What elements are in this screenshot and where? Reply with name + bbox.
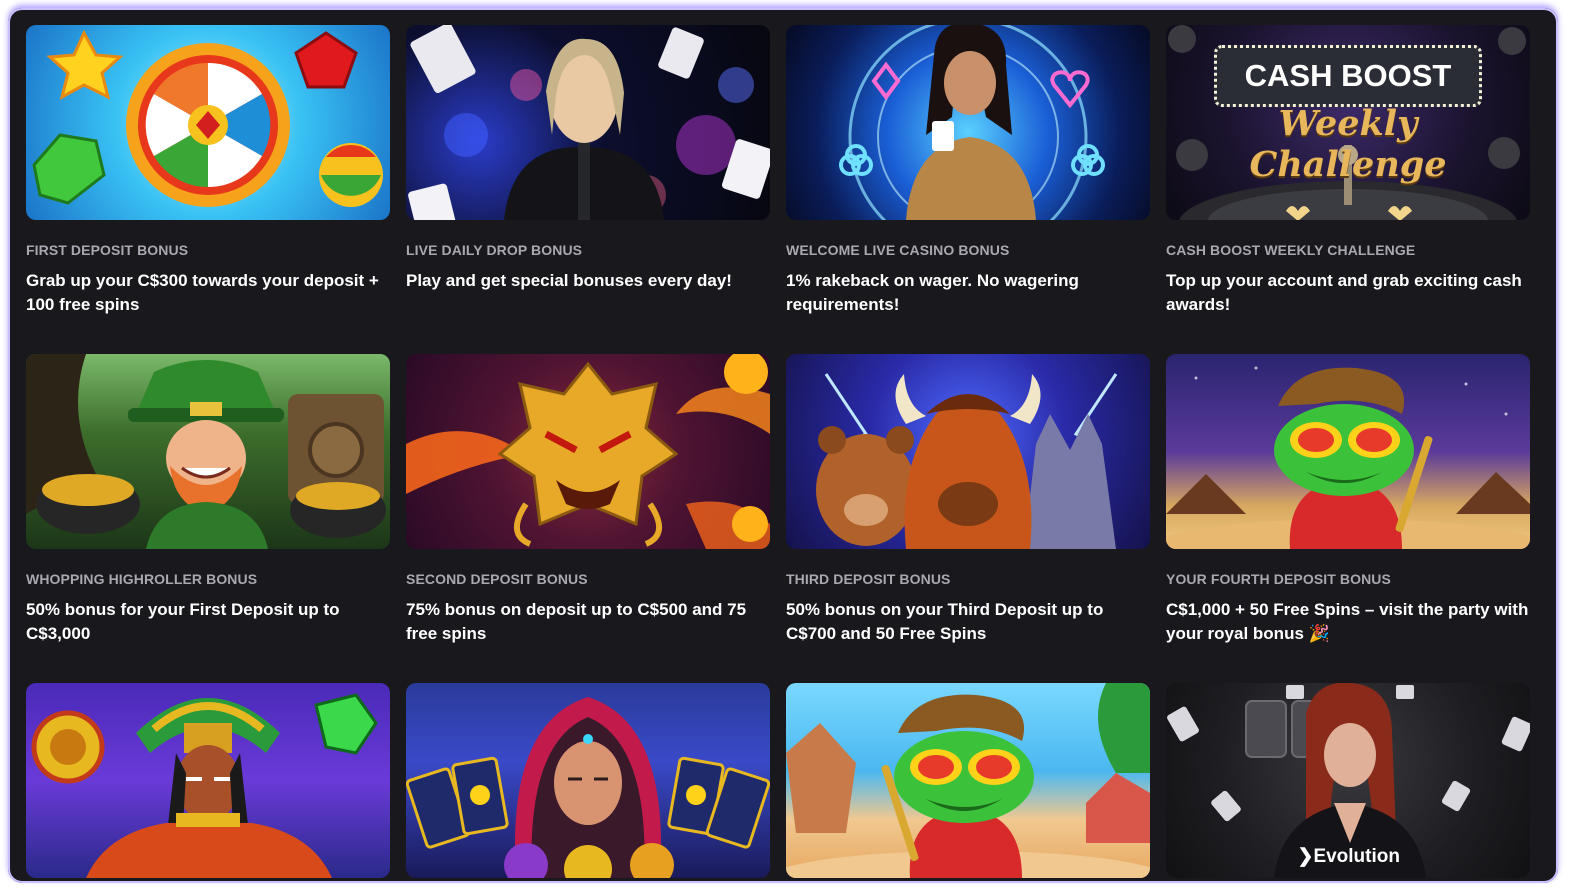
golden-dragon-art (406, 354, 770, 549)
frog-party-image[interactable] (1166, 354, 1530, 549)
promo-description: 75% bonus on deposit up to C$500 and 75 … (406, 600, 747, 643)
buffalo-wolf-bear-art (816, 373, 1118, 549)
promo-title: YOUR FOURTH DEPOSIT BONUS (1166, 571, 1391, 587)
live-dealer-image[interactable] (406, 25, 770, 220)
aztec-warrior-image[interactable] (26, 683, 390, 878)
promo-card-fourth-deposit[interactable]: YOUR FOURTH DEPOSIT BONUS C$1,000 + 50 F… (1166, 354, 1530, 646)
evolution-logo: ❯Evolution (1298, 845, 1400, 868)
promotions-panel: FIRST DEPOSIT BONUS Grab up your C$300 t… (8, 8, 1558, 883)
promo-card-evolution[interactable]: ❯Evolution (1166, 683, 1530, 878)
evolution-logo-text: Evolution (1313, 846, 1400, 867)
live-casino-image[interactable] (786, 25, 1150, 220)
promo-card-cash-boost[interactable]: CASH BOOST Weekly Challenge CASH BOOST W… (1166, 25, 1530, 317)
evolution-dealer-image[interactable]: ❯Evolution (1166, 683, 1530, 878)
promo-description: Grab up your C$300 towards your deposit … (26, 271, 379, 314)
promo-title: SECOND DEPOSIT BONUS (406, 571, 588, 587)
cash-boost-image[interactable]: CASH BOOST Weekly Challenge (1166, 25, 1530, 220)
gems-slot-image[interactable] (26, 25, 390, 220)
golden-dragon-image[interactable] (406, 354, 770, 549)
cash-boost-subtitle: Weekly Challenge (1249, 103, 1447, 185)
promo-description: 50% bonus for your First Deposit up to C… (26, 600, 340, 643)
aztec-warrior-art (31, 693, 378, 878)
promo-card-aztec[interactable] (26, 683, 390, 878)
promo-description: 50% bonus on your Third Deposit up to C$… (786, 600, 1104, 643)
live-casino-art (839, 25, 1105, 220)
promo-title: CASH BOOST WEEKLY CHALLENGE (1166, 242, 1416, 258)
frog-beach-art (786, 683, 1150, 878)
cash-boost-banner: CASH BOOST (1214, 45, 1482, 107)
frog-party-art (1166, 366, 1530, 549)
promo-title: WELCOME LIVE CASINO BONUS (786, 242, 1010, 258)
leprechaun-art (26, 354, 386, 549)
promo-card-third-deposit[interactable]: THIRD DEPOSIT BONUS 50% bonus on your Th… (786, 354, 1150, 646)
promo-card-welcome-live-casino[interactable]: WELCOME LIVE CASINO BONUS 1% rakeback on… (786, 25, 1150, 317)
promo-card-live-daily-drop[interactable]: LIVE DAILY DROP BONUS Play and get speci… (406, 25, 770, 293)
live-dealer-art (408, 25, 770, 220)
promo-card-fortune-teller[interactable] (406, 683, 770, 878)
fortune-teller-art (406, 697, 770, 878)
promo-title: WHOPPING HIGHROLLER BONUS (26, 571, 258, 587)
leprechaun-image[interactable] (26, 354, 390, 549)
promo-card-second-deposit[interactable]: SECOND DEPOSIT BONUS 75% bonus on deposi… (406, 354, 770, 646)
frog-beach-image[interactable] (786, 683, 1150, 878)
promo-card-frog-beach[interactable] (786, 683, 1150, 878)
evolution-logo-mark: ❯ (1297, 846, 1314, 867)
promo-card-highroller[interactable]: WHOPPING HIGHROLLER BONUS 50% bonus for … (26, 354, 390, 646)
gems-slot-art (32, 29, 383, 207)
promo-description: Top up your account and grab exciting ca… (1166, 271, 1522, 314)
promo-description: C$1,000 + 50 Free Spins – visit the part… (1166, 600, 1529, 643)
fortune-teller-image[interactable] (406, 683, 770, 878)
promo-card-first-deposit[interactable]: FIRST DEPOSIT BONUS Grab up your C$300 t… (26, 25, 390, 317)
promo-description: 1% rakeback on wager. No wagering requir… (786, 271, 1079, 314)
promo-description: Play and get special bonuses every day! (406, 271, 732, 290)
promo-title: FIRST DEPOSIT BONUS (26, 242, 189, 258)
promo-title: THIRD DEPOSIT BONUS (786, 571, 951, 587)
buffalo-wolf-bear-image[interactable] (786, 354, 1150, 549)
promo-title: LIVE DAILY DROP BONUS (406, 242, 583, 258)
